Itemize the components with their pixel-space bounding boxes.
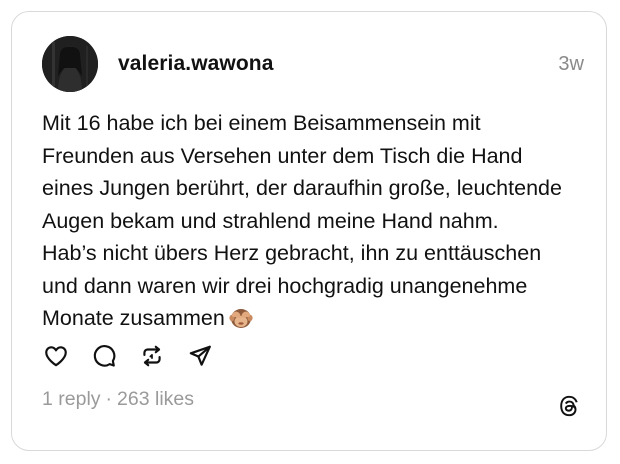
username[interactable]: valeria.wawona xyxy=(118,52,273,76)
reply-count[interactable]: 1 reply xyxy=(42,388,101,411)
share-button[interactable] xyxy=(186,342,214,370)
comment-icon xyxy=(93,345,116,367)
post-text-line: Hab’s nicht übers Herz gebracht, ihn zu … xyxy=(42,241,542,265)
post-text-line: Mit 16 habe ich bei einem Beisammensein … xyxy=(42,111,481,135)
post-text-line: und dann waren wir drei hochgradig unang… xyxy=(42,273,528,298)
post-text-last-line: Monate zusammen xyxy=(42,302,598,340)
see-no-evil-monkey-icon xyxy=(229,306,253,340)
post-text: Mit 16 habe ich bei einem Beisammensein … xyxy=(42,107,598,340)
post-card: valeria.wawona 3w Mit 16 habe ich bei ei… xyxy=(11,11,607,451)
avatar[interactable] xyxy=(42,36,98,92)
reply-button[interactable] xyxy=(90,342,118,370)
action-bar xyxy=(42,342,234,370)
send-icon xyxy=(189,345,211,366)
post-text-line: Monate zusammen xyxy=(42,306,225,330)
post-header: valeria.wawona 3w xyxy=(42,36,584,92)
like-button[interactable] xyxy=(42,342,70,370)
post-text-line: eines Jungen berührt, der daraufhin groß… xyxy=(42,176,562,200)
post-text-line: Freunden aus Versehen unter dem Tisch di… xyxy=(42,143,523,168)
repost-button[interactable] xyxy=(138,342,166,370)
post-text-line: Augen bekam und strahlend meine Hand nah… xyxy=(42,208,499,233)
heart-icon xyxy=(45,346,67,367)
avatar-image xyxy=(42,36,98,92)
threads-logo-icon[interactable] xyxy=(556,393,582,419)
stats-separator: · xyxy=(105,388,113,410)
repost-icon xyxy=(143,345,161,367)
timestamp: 3w xyxy=(558,52,584,75)
like-count[interactable]: 263 likes xyxy=(117,388,194,411)
post-stats: 1 reply · 263 likes xyxy=(42,388,194,411)
